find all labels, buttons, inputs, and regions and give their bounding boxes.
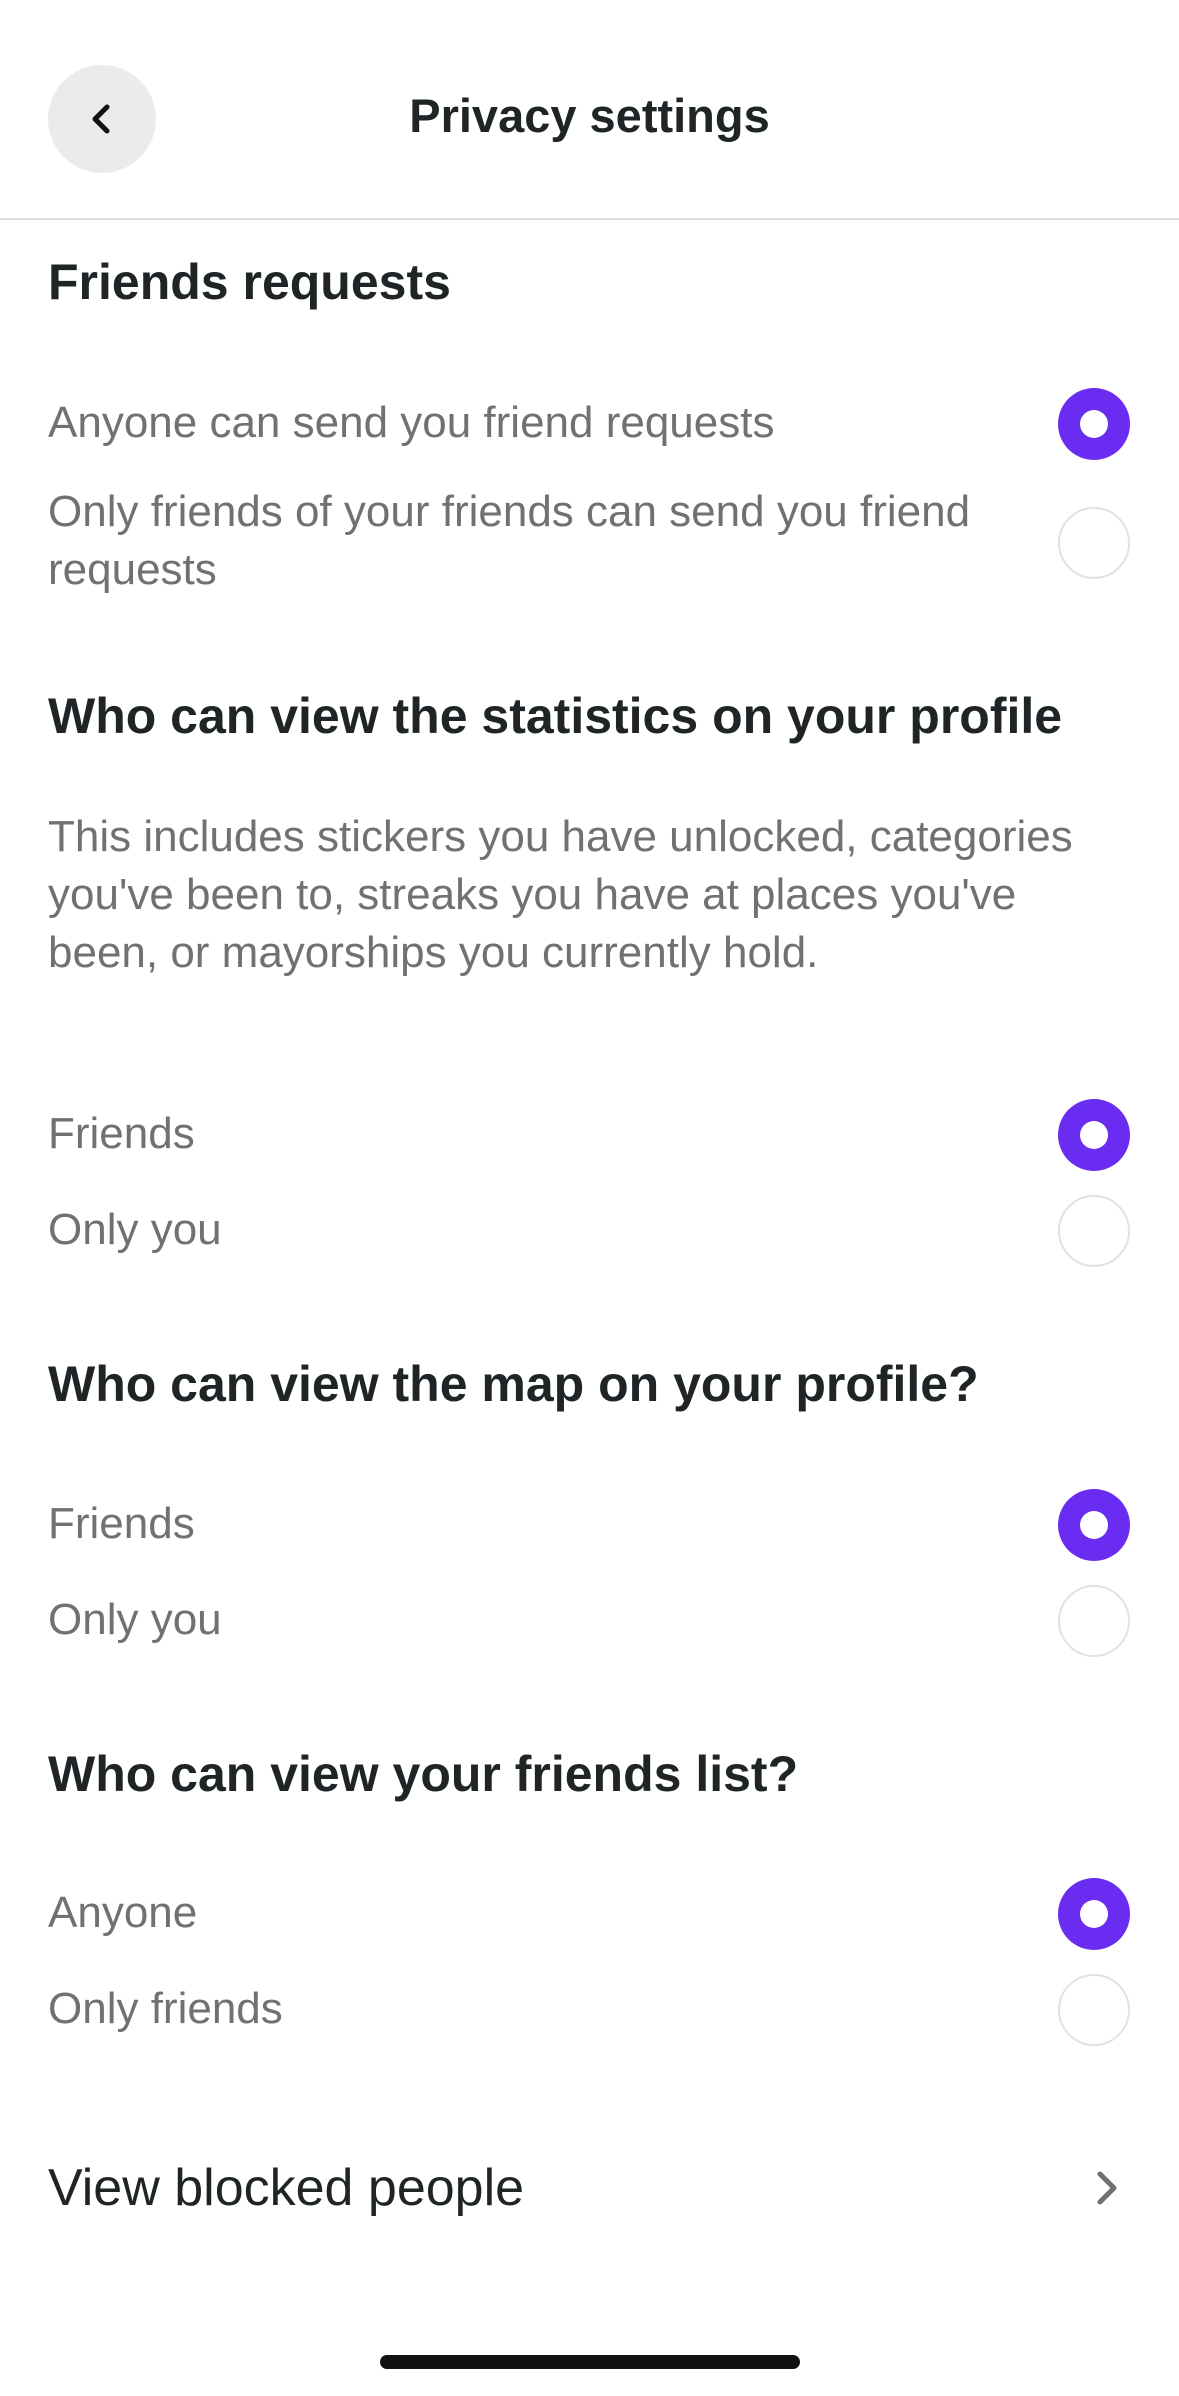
option-statistics-only-you-label[interactable]: Only you: [48, 1201, 222, 1259]
friends-list-heading: Who can view your friends list?: [48, 1746, 799, 1802]
page-title: Privacy settings: [409, 89, 770, 142]
radio-anyone-friend-requests[interactable]: [1058, 388, 1130, 460]
view-blocked-people-label: View blocked people: [48, 2159, 525, 2217]
option-friends-of-friends-label[interactable]: Only friends of your friends can send yo…: [48, 483, 1008, 599]
map-heading: Who can view the map on your profile?: [48, 1356, 979, 1412]
radio-map-friends[interactable]: [1058, 1489, 1130, 1561]
radio-statistics-only-you[interactable]: [1058, 1195, 1130, 1267]
radio-map-only-you[interactable]: [1058, 1585, 1130, 1657]
radio-friends-of-friends[interactable]: [1058, 507, 1130, 579]
option-friends-list-anyone-label[interactable]: Anyone: [48, 1884, 197, 1942]
header-bar: Privacy settings: [0, 0, 1179, 220]
option-map-only-you-label[interactable]: Only you: [48, 1591, 222, 1649]
radio-statistics-friends[interactable]: [1058, 1099, 1130, 1171]
option-map-friends-label[interactable]: Friends: [48, 1495, 195, 1553]
home-indicator: [380, 2355, 800, 2369]
option-statistics-friends-label[interactable]: Friends: [48, 1105, 195, 1163]
option-anyone-friend-requests-label[interactable]: Anyone can send you friend requests: [48, 394, 1008, 452]
radio-friends-list-anyone[interactable]: [1058, 1878, 1130, 1950]
statistics-description: This includes stickers you have unlocked…: [48, 812, 1073, 977]
option-friends-list-only-friends-label[interactable]: Only friends: [48, 1980, 283, 2038]
view-blocked-people-row[interactable]: View blocked people: [0, 2140, 1179, 2240]
statistics-heading: Who can view the statistics on your prof…: [48, 688, 1063, 744]
chevron-right-icon: [1097, 2171, 1117, 2205]
radio-friends-list-only-friends[interactable]: [1058, 1974, 1130, 2046]
friend-requests-heading: Friends requests: [48, 254, 451, 310]
